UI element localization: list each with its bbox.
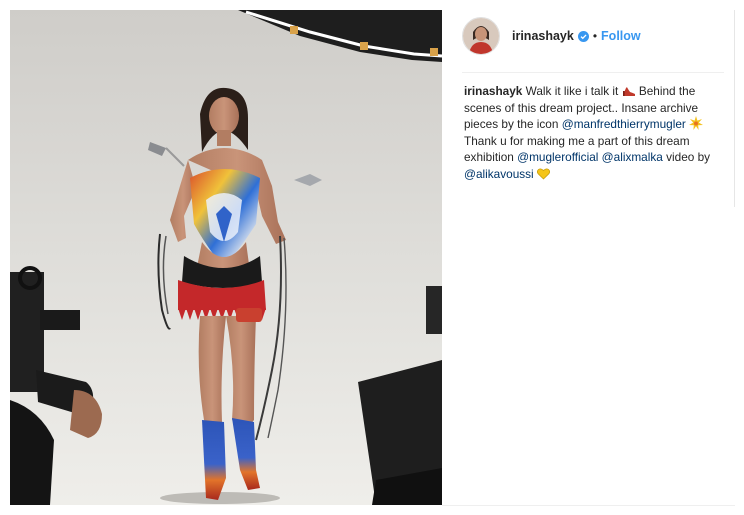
avatar-image [463, 18, 499, 54]
follow-button[interactable]: Follow [601, 29, 641, 43]
yellow-heart-icon [536, 168, 550, 180]
sparkle-burst-icon [689, 116, 704, 131]
mention-link[interactable]: @alikavoussi [464, 167, 534, 181]
photo-illustration [10, 10, 442, 505]
high-heel-shoe-icon [622, 87, 635, 96]
caption-username[interactable]: irinashayk [464, 84, 522, 98]
post-username[interactable]: irinashayk [512, 29, 574, 43]
post-caption: irinashayk Walk it like i talk it Behind… [464, 83, 718, 183]
caption-text: video by [666, 150, 711, 165]
post-border [734, 10, 735, 207]
avatar[interactable] [462, 17, 500, 55]
post-header: irinashayk • Follow [462, 14, 724, 58]
mention-link[interactable]: @muglerofficial [517, 150, 598, 164]
separator-dot: • [592, 29, 598, 43]
post-photo[interactable] [10, 10, 442, 505]
caption-text: Walk it like i talk it [525, 84, 619, 98]
mention-link[interactable]: @manfredthierrymugler [562, 117, 686, 131]
mention-link[interactable]: @alixmalka [602, 150, 663, 164]
post-border [442, 505, 735, 506]
verified-badge-icon [577, 30, 589, 42]
instagram-post: irinashayk • Follow irinashayk Walk it l… [0, 0, 744, 515]
header-divider [462, 72, 724, 73]
